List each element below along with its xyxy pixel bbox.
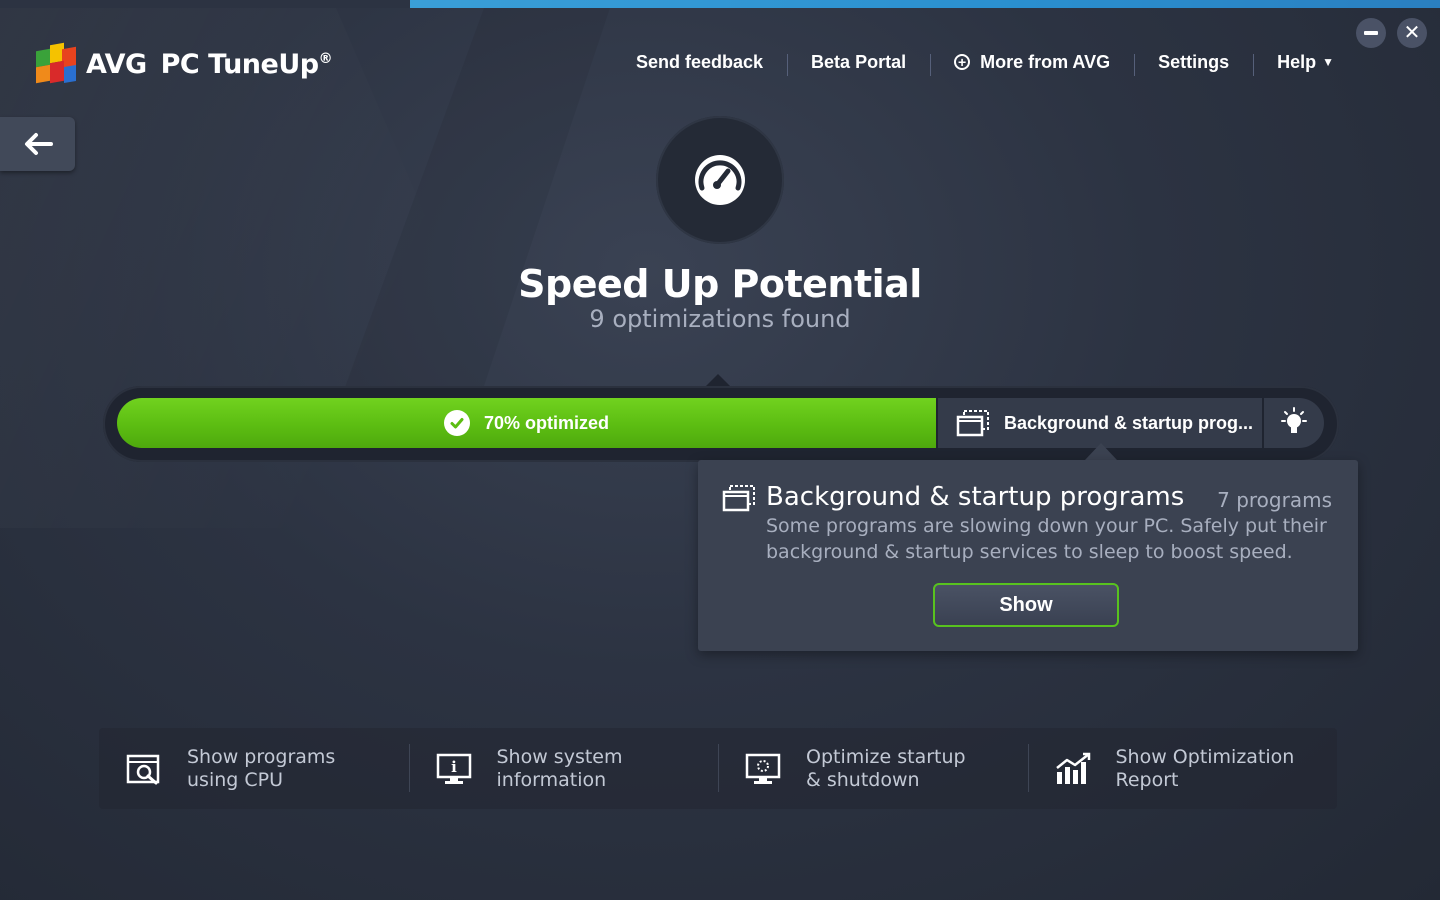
top-accent-strip	[0, 0, 1440, 8]
more-from-avg-label: More from AVG	[980, 51, 1111, 72]
quick-actions-bar: Show programs using CPU i Show system in…	[99, 728, 1337, 809]
action-label: Optimize startup & shutdown	[806, 745, 966, 791]
help-label: Help	[1277, 51, 1317, 72]
lightbulb-icon	[1281, 407, 1307, 433]
chevron-down-icon: ▼	[1322, 55, 1335, 69]
windows-stack-icon	[956, 410, 989, 437]
arrow-left-icon	[24, 133, 53, 155]
programs-count: 7 programs	[1217, 488, 1332, 512]
beta-portal-link[interactable]: Beta Portal	[787, 52, 930, 76]
system-info-icon: i	[436, 753, 471, 784]
windows-stack-icon	[722, 485, 755, 512]
speed-gauge-badge	[656, 116, 784, 244]
help-menu[interactable]: Help ▼	[1253, 51, 1358, 76]
action-label: Show system information	[496, 745, 623, 791]
avg-logo-icon	[34, 42, 80, 86]
check-circle-icon	[443, 410, 470, 436]
show-button[interactable]: Show	[933, 583, 1119, 627]
optimize-startup-action[interactable]: Optimize startup & shutdown	[718, 728, 1028, 809]
stage-popover: Background & startup programs 7 programs…	[698, 460, 1358, 651]
more-from-avg-link[interactable]: + More from AVG	[930, 51, 1134, 76]
close-button[interactable]: ✕	[1397, 18, 1427, 48]
tips-button[interactable]	[1264, 398, 1324, 448]
top-nav: Send feedback Beta Portal + More from AV…	[612, 48, 1358, 76]
current-stage-tab[interactable]: Background & startup prog...	[938, 398, 1262, 448]
app-logo: AVG PC TuneUp®	[34, 42, 333, 86]
top-accent-bar	[410, 0, 1440, 8]
brand-name: AVG	[86, 48, 147, 80]
send-feedback-link[interactable]: Send feedback	[612, 52, 787, 73]
popover-arrow	[1085, 443, 1117, 460]
close-icon: ✕	[1403, 22, 1421, 44]
current-stage-label: Background & startup prog...	[1004, 412, 1254, 433]
minimize-icon	[1364, 31, 1378, 35]
minimize-button[interactable]	[1356, 18, 1386, 48]
svg-text:i: i	[451, 758, 457, 776]
progress-label: 70% optimized	[483, 412, 610, 433]
plus-circle-icon: +	[954, 54, 971, 70]
action-label: Show programs using CPU	[187, 745, 336, 791]
optimizations-found: 9 optimizations found	[589, 305, 851, 333]
popover-title: Background & startup programs	[766, 482, 1185, 512]
show-programs-cpu-action[interactable]: Show programs using CPU	[99, 728, 409, 809]
report-chart-icon	[1055, 752, 1090, 784]
back-button[interactable]	[0, 117, 75, 171]
page-title: Speed Up Potential	[518, 262, 922, 306]
popover-description: Some programs are slowing down your PC. …	[766, 515, 1327, 563]
app-title: AVG PC TuneUp®	[86, 48, 333, 80]
track-notch	[706, 374, 730, 386]
show-system-info-action[interactable]: i Show system information	[408, 728, 719, 809]
startup-monitor-icon	[745, 753, 781, 784]
speedometer-icon	[695, 155, 745, 205]
trademark: ®	[318, 50, 333, 67]
cpu-search-icon	[126, 754, 160, 784]
progress-bar: 70% optimized	[117, 398, 936, 448]
product-name: PC TuneUp	[160, 48, 319, 80]
optimization-report-action[interactable]: Show Optimization Report	[1027, 728, 1338, 809]
action-label: Show Optimization Report	[1115, 745, 1295, 791]
settings-link[interactable]: Settings	[1134, 52, 1253, 76]
